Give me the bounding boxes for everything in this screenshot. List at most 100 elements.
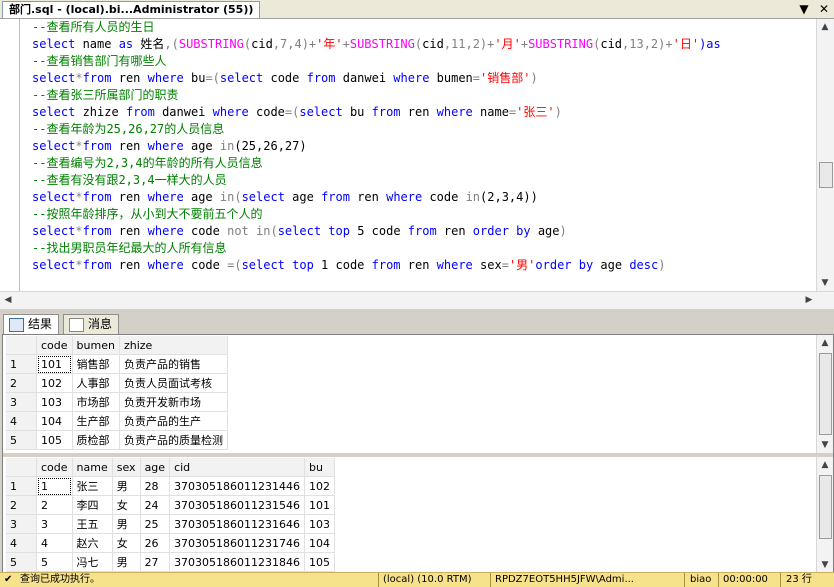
- table-cell[interactable]: 负责产品的生产: [119, 411, 228, 431]
- table-cell[interactable]: 25: [140, 514, 171, 534]
- sql-editor[interactable]: --查看所有人员的生日 select name as 姓名,(SUBSTRING(…: [0, 19, 834, 309]
- table-cell[interactable]: 101: [304, 495, 336, 515]
- table-cell[interactable]: 张三: [72, 476, 113, 496]
- tab-results[interactable]: 结果: [3, 314, 60, 334]
- table-cell[interactable]: 市场部: [72, 392, 120, 412]
- row-number[interactable]: 2: [6, 373, 37, 393]
- scroll-up-icon[interactable]: ▲: [817, 19, 833, 35]
- table-cell[interactable]: 王五: [72, 514, 113, 534]
- scroll-right-icon[interactable]: ▶: [801, 292, 817, 308]
- table-cell[interactable]: 103: [304, 514, 336, 534]
- table-cell[interactable]: 冯七: [72, 552, 113, 572]
- table-cell[interactable]: 生产部: [72, 411, 120, 431]
- row-number[interactable]: 5: [6, 552, 37, 572]
- table-cell[interactable]: 负责产品的质量检测: [119, 430, 228, 450]
- table-cell[interactable]: 5: [36, 552, 73, 572]
- table-cell[interactable]: 102: [36, 373, 73, 393]
- code-line[interactable]: --查看所有人员的生日: [32, 19, 728, 36]
- column-header[interactable]: age: [140, 458, 171, 477]
- table-cell[interactable]: 103: [36, 392, 73, 412]
- code-line[interactable]: --查看编号为2,3,4的年龄的所有人员信息: [32, 155, 728, 172]
- table-cell[interactable]: 女: [112, 495, 141, 515]
- code-line[interactable]: select*from ren where code =(select top …: [32, 257, 728, 274]
- table-cell[interactable]: 24: [140, 495, 171, 515]
- table-cell[interactable]: 1: [36, 476, 73, 496]
- scroll-up-icon[interactable]: ▲: [817, 335, 833, 351]
- table-cell[interactable]: 质检部: [72, 430, 120, 450]
- row-number[interactable]: 2: [6, 495, 37, 515]
- table-cell[interactable]: 28: [140, 476, 171, 496]
- grid1-scrollbar[interactable]: ▲ ▼: [816, 335, 833, 453]
- row-number[interactable]: 3: [6, 392, 37, 412]
- table-row[interactable]: 3 103 市场部 负责开发新市场: [6, 392, 228, 412]
- sql-code[interactable]: --查看所有人员的生日 select name as 姓名,(SUBSTRING(…: [32, 19, 728, 274]
- table-cell[interactable]: 104: [304, 533, 336, 553]
- grid-corner[interactable]: [6, 336, 37, 355]
- column-header[interactable]: bumen: [72, 336, 120, 355]
- table-cell[interactable]: 3: [36, 514, 73, 534]
- scroll-down-icon[interactable]: ▼: [817, 557, 833, 573]
- table-cell[interactable]: 负责人员面试考核: [119, 373, 228, 393]
- table-cell[interactable]: 男: [112, 476, 141, 496]
- row-number[interactable]: 3: [6, 514, 37, 534]
- tab-messages[interactable]: 消息: [63, 314, 120, 334]
- row-number[interactable]: 4: [6, 533, 37, 553]
- table-cell[interactable]: 负责开发新市场: [119, 392, 228, 412]
- grid-separator[interactable]: [3, 453, 833, 457]
- table-cell[interactable]: 27: [140, 552, 171, 572]
- table-cell[interactable]: 370305186011231446: [169, 476, 306, 496]
- table-cell[interactable]: 26: [140, 533, 171, 553]
- table-row[interactable]: 4 4 赵六女 26 370305186011231746 104: [6, 533, 336, 553]
- column-header[interactable]: cid: [169, 458, 306, 477]
- code-line[interactable]: --查看有没有跟2,3,4一样大的人员: [32, 172, 728, 189]
- row-number[interactable]: 1: [6, 354, 37, 374]
- code-line[interactable]: select name as 姓名,(SUBSTRING(cid,7,4)+'年…: [32, 36, 728, 53]
- code-line[interactable]: --查看年龄为25,26,27的人员信息: [32, 121, 728, 138]
- table-cell[interactable]: 104: [36, 411, 73, 431]
- table-cell[interactable]: 2: [36, 495, 73, 515]
- scroll-left-icon[interactable]: ◀: [0, 292, 16, 308]
- table-row[interactable]: 3 3 王五男 25 370305186011231646 103: [6, 514, 336, 534]
- document-tab[interactable]: 部门.sql - (local).bi...Administrator (55)…: [2, 1, 261, 18]
- column-header[interactable]: bu: [304, 458, 336, 477]
- column-header[interactable]: sex: [112, 458, 141, 477]
- row-number[interactable]: 4: [6, 411, 37, 431]
- column-header[interactable]: code: [36, 336, 73, 355]
- row-number[interactable]: 5: [6, 430, 37, 450]
- result-grid-danwei[interactable]: code bumen zhize 1 101 销售部 负责产品的销售 2 102 人事部 负责人员面…: [6, 336, 228, 450]
- code-line[interactable]: select*from ren where age in(25,26,27): [32, 138, 728, 155]
- scroll-thumb[interactable]: [819, 162, 833, 188]
- table-cell[interactable]: 销售部: [72, 354, 120, 374]
- code-line[interactable]: select*from ren where code not in(select…: [32, 223, 728, 240]
- table-cell[interactable]: 人事部: [72, 373, 120, 393]
- code-line[interactable]: --按照年龄排序，从小到大不要前五个人的: [32, 206, 728, 223]
- table-cell[interactable]: 4: [36, 533, 73, 553]
- column-header[interactable]: name: [72, 458, 113, 477]
- table-cell[interactable]: 101: [36, 354, 73, 374]
- table-cell[interactable]: 370305186011231846: [169, 552, 306, 572]
- table-row[interactable]: 2 2 李四女 24 370305186011231546 101: [6, 495, 336, 515]
- table-row[interactable]: 2 102 人事部 负责人员面试考核: [6, 373, 228, 393]
- table-cell[interactable]: 负责产品的销售: [119, 354, 228, 374]
- table-cell[interactable]: 370305186011231546: [169, 495, 306, 515]
- scroll-thumb[interactable]: [819, 353, 832, 435]
- table-cell[interactable]: 女: [112, 533, 141, 553]
- code-line[interactable]: --找出男职员年纪最大的人所有信息: [32, 240, 728, 257]
- code-line[interactable]: --查看张三所属部门的职责: [32, 87, 728, 104]
- editor-horizontal-scrollbar[interactable]: ◀ ▶: [0, 291, 834, 309]
- code-line[interactable]: select*from ren where bu=(select code fr…: [32, 70, 728, 87]
- table-row[interactable]: 4 104 生产部 负责产品的生产: [6, 411, 228, 431]
- code-line[interactable]: --查看销售部门有哪些人: [32, 53, 728, 70]
- scroll-down-icon[interactable]: ▼: [817, 437, 833, 453]
- table-cell[interactable]: 男: [112, 552, 141, 572]
- tab-list-dropdown-icon[interactable]: ▼: [796, 1, 812, 17]
- table-cell[interactable]: 男: [112, 514, 141, 534]
- table-row[interactable]: 5 105 质检部 负责产品的质量检测: [6, 430, 228, 450]
- table-cell[interactable]: 370305186011231746: [169, 533, 306, 553]
- table-cell[interactable]: 105: [304, 552, 336, 572]
- scroll-thumb[interactable]: [819, 475, 832, 539]
- column-header[interactable]: code: [36, 458, 73, 477]
- table-cell[interactable]: 105: [36, 430, 73, 450]
- grid-corner[interactable]: [6, 458, 37, 477]
- table-cell[interactable]: 370305186011231646: [169, 514, 306, 534]
